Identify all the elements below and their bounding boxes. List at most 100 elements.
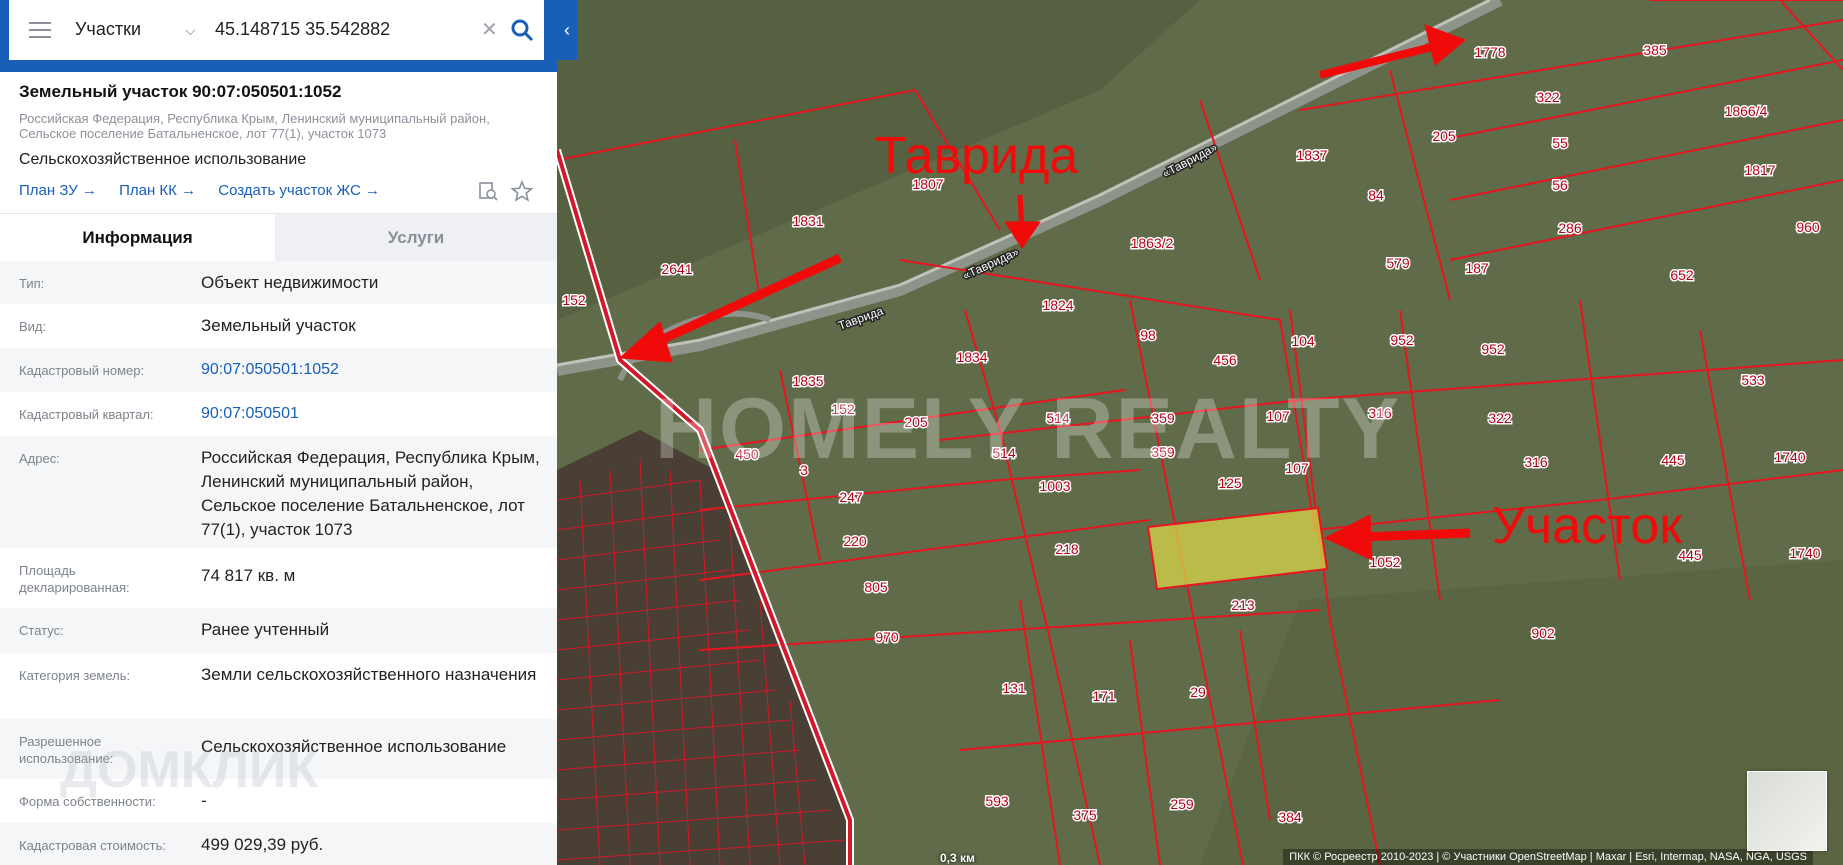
plot-number-label: 2641 <box>661 261 692 277</box>
annotation-tavrida: Таврида <box>875 127 1079 185</box>
plot-number-label: 1866/4 <box>1725 103 1768 119</box>
plan-zu-link[interactable]: План ЗУ → <box>19 182 97 199</box>
plot-number-label: 152 <box>562 292 586 308</box>
plot-number-label: 652 <box>1670 267 1694 283</box>
plot-number-label: 1052 <box>1369 554 1400 570</box>
document-search-icon[interactable] <box>477 180 499 202</box>
plot-number-label: 384 <box>1278 809 1302 825</box>
plot-number-label: 952 <box>1390 332 1414 348</box>
plot-number-label: 322 <box>1488 410 1512 426</box>
plot-number-label: 1778 <box>1474 44 1505 60</box>
chevron-down-icon[interactable]: ⌵ <box>185 22 199 38</box>
annotation-plot: Участок <box>1492 497 1682 555</box>
info-row: Площадь декларированная: 74 817 кв. м <box>0 548 557 608</box>
cadastral-quarter-link[interactable]: 90:07:050501 <box>201 402 546 426</box>
arrow-to-plot <box>1359 528 1471 542</box>
row-label: Тип: <box>19 276 45 291</box>
plot-number-label: 247 <box>839 489 863 505</box>
plot-number-label: 456 <box>1213 352 1237 368</box>
row-value: Объект недвижимости <box>201 273 379 292</box>
row-value: Земли сельскохозяйственного назначения <box>201 665 537 684</box>
info-row: Адрес: Российская Федерация, Республика … <box>0 436 557 548</box>
row-label: Вид: <box>19 319 47 334</box>
sidebar: Участки ⌵ 45.148715 35.542882 ✕ Земельны… <box>0 0 557 865</box>
collapse-sidebar-button[interactable]: ‹ <box>557 0 577 60</box>
info-row: Тип: Объект недвижимости <box>0 261 557 304</box>
plot-number-label: 171 <box>1092 688 1116 704</box>
minimap-toggle[interactable] <box>1747 771 1827 851</box>
row-label: Категория земель: <box>19 668 131 683</box>
plot-number-label: 104 <box>1291 333 1315 349</box>
close-icon[interactable]: ✕ <box>481 17 498 42</box>
layer-select[interactable]: Участки <box>75 19 141 40</box>
plot-number-label: 322 <box>1536 89 1560 105</box>
plot-number-label: 902 <box>1531 625 1555 641</box>
plan-links: План ЗУ → План КК → Создать участок ЖС → <box>19 182 398 199</box>
row-label: Статус: <box>19 623 64 638</box>
search-icon[interactable] <box>509 17 535 43</box>
row-value: 74 817 кв. м <box>201 566 296 585</box>
row-label: Кадастровый номер: <box>19 363 145 378</box>
plot-number-label: 220 <box>843 533 867 549</box>
row-label: Кадастровый квартал: <box>19 407 154 422</box>
watermark-sidebar: ДОМКЛИК <box>60 741 319 799</box>
plot-number-label: 98 <box>1140 327 1156 343</box>
plot-number-label: 593 <box>985 793 1009 809</box>
scale-bar: 0,3 км <box>940 851 975 865</box>
tab-info[interactable]: Информация <box>0 214 275 262</box>
info-row: Кадастровый квартал: 90:07:050501 <box>0 392 557 436</box>
row-value: 499 029,39 руб. <box>201 835 324 854</box>
tabs: Информация Услуги <box>0 213 557 262</box>
info-row: Кадастровая стоимость: 499 029,39 руб. <box>0 823 557 865</box>
plot-number-label: 56 <box>1552 177 1568 193</box>
plan-kk-link[interactable]: План КК → <box>119 182 196 199</box>
tab-services[interactable]: Услуги <box>275 214 557 262</box>
plot-usage: Сельскохозяйственное использование <box>19 151 307 168</box>
plot-address-summary: Российская Федерация, Республика Крым, Л… <box>19 111 490 141</box>
create-plot-link[interactable]: Создать участок ЖС → <box>218 182 380 199</box>
star-icon[interactable] <box>511 180 533 202</box>
row-label: Адрес: <box>19 451 60 466</box>
plot-number-label: 1003 <box>1039 478 1070 494</box>
row-value: Земельный участок <box>201 316 356 335</box>
plot-number-label: 55 <box>1552 135 1568 151</box>
plot-number-label: 960 <box>1796 219 1820 235</box>
plot-number-label: 187 <box>1465 260 1489 276</box>
info-row: Статус: Ранее учтенный <box>0 608 557 653</box>
watermark: HOMELY REALTY <box>655 381 1401 477</box>
plot-number-label: 205 <box>1432 128 1456 144</box>
info-row: Кадастровый номер: 90:07:050501:1052 <box>0 348 557 392</box>
info-row: Вид: Земельный участок <box>0 304 557 348</box>
plot-number-label: 131 <box>1002 680 1026 696</box>
plot-number-label: 218 <box>1055 541 1079 557</box>
plot-number-label: 286 <box>1558 220 1582 236</box>
plot-number-label: 375 <box>1073 807 1097 823</box>
search-box: Участки ⌵ 45.148715 35.542882 ✕ <box>9 0 544 60</box>
plot-number-label: 1740 <box>1774 449 1805 465</box>
plot-number-label: 1837 <box>1296 147 1327 163</box>
plot-number-label: 533 <box>1741 372 1765 388</box>
search-input[interactable]: 45.148715 35.542882 <box>215 19 390 40</box>
plot-number-label: 259 <box>1170 796 1194 812</box>
plot-number-label: 213 <box>1231 597 1255 613</box>
plot-number-label: 952 <box>1481 341 1505 357</box>
plot-number-label: 1740 <box>1789 545 1820 561</box>
plot-number-label: 970 <box>875 629 899 645</box>
plot-number-label: 805 <box>864 579 888 595</box>
plot-title: Земельный участок 90:07:050501:1052 <box>19 82 342 101</box>
plot-number-label: 1831 <box>792 213 823 229</box>
search-bar: Участки ⌵ 45.148715 35.542882 ✕ <box>0 0 557 72</box>
row-label: Площадь декларированная: <box>19 563 130 595</box>
menu-icon[interactable] <box>29 22 51 38</box>
map-attribution: ПКК © Росреестр 2010-2023 | © Участники … <box>1283 849 1813 865</box>
info-row: Категория земель: Земли сельскохозяйстве… <box>0 653 557 719</box>
plot-number-label: 445 <box>1661 452 1685 468</box>
plot-number-label: 29 <box>1190 684 1206 700</box>
plot-number-label: 385 <box>1643 42 1667 58</box>
row-value: Ранее учтенный <box>201 620 330 639</box>
plot-number-label: 1863/2 <box>1131 235 1174 251</box>
plot-number-label: 1817 <box>1744 162 1775 178</box>
plot-number-label: 316 <box>1524 454 1548 470</box>
row-value: Российская Федерация, Республика Крым, Л… <box>201 448 540 539</box>
cadastral-number-link[interactable]: 90:07:050501:1052 <box>201 358 546 382</box>
